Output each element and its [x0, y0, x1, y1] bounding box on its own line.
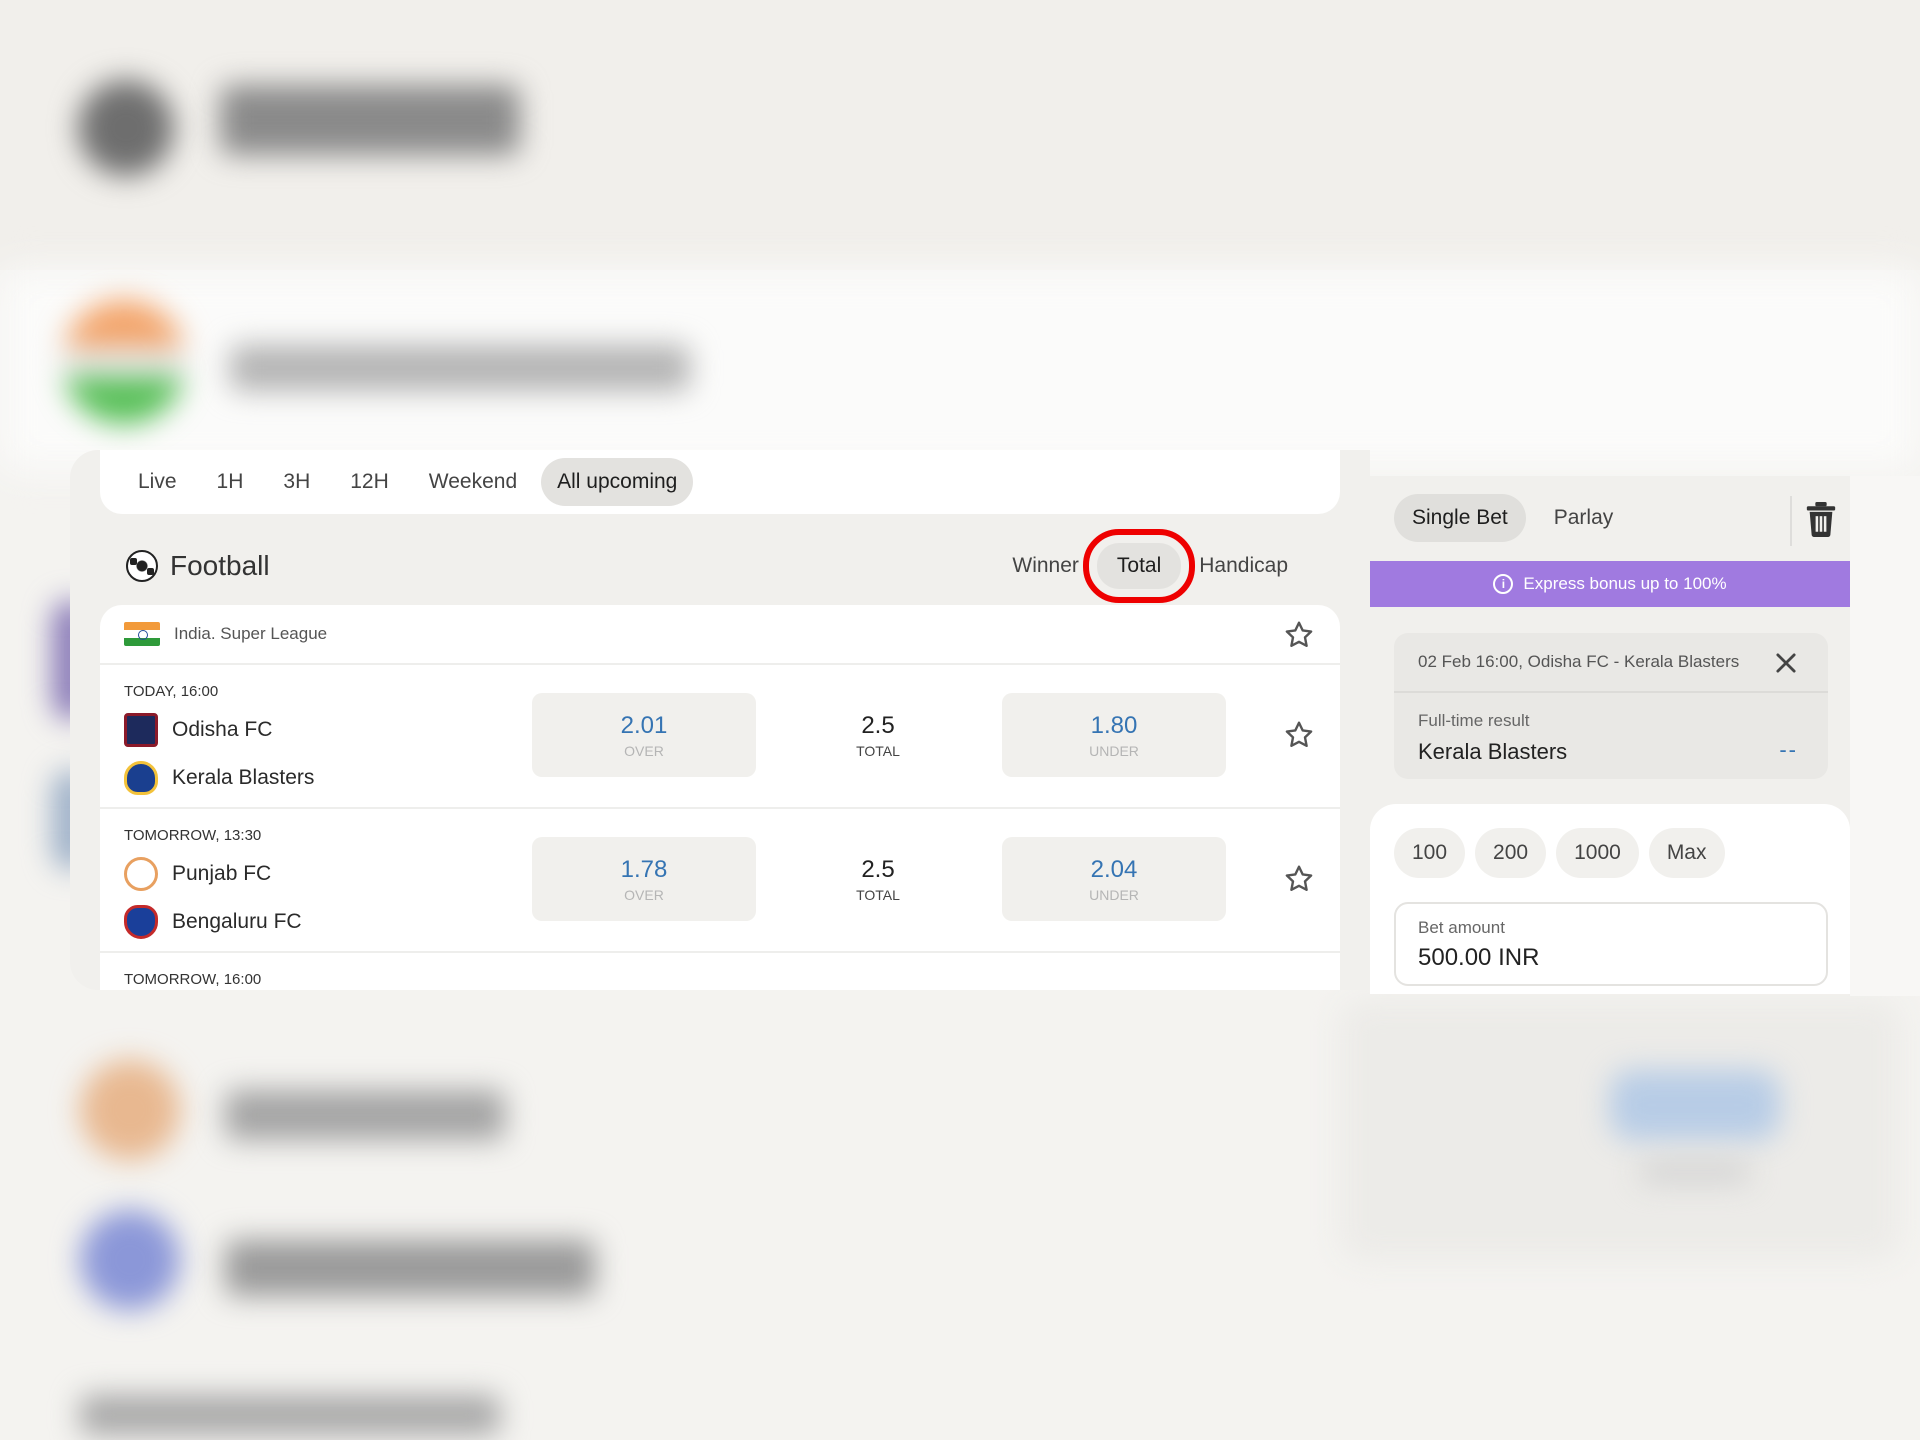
background-team-logo	[80, 1060, 180, 1160]
odds-under-value: 2.04	[1090, 855, 1138, 883]
odds-over-value: 1.78	[620, 855, 668, 883]
odds-under-value: 1.80	[1090, 711, 1138, 739]
close-icon[interactable]	[1772, 649, 1800, 677]
filter-3h[interactable]: 3H	[267, 458, 326, 506]
india-flag-icon	[124, 622, 160, 646]
odds-over-button[interactable]: 2.01 OVER	[532, 693, 756, 777]
total-line-label: TOTAL	[856, 742, 900, 759]
background-league-title	[230, 345, 690, 391]
background-team-name	[225, 1090, 505, 1140]
sport-title: Football	[170, 550, 270, 581]
match-row: TOMORROW, 16:00	[100, 953, 1340, 990]
match-row: TOMORROW, 13:30 Punjab FC Bengaluru FC 1…	[100, 809, 1340, 953]
info-icon: i	[1493, 574, 1514, 594]
punjab-fc-logo-icon	[124, 857, 158, 891]
market-tabs: Winner Total Handicap	[1000, 526, 1300, 606]
quick-amount-200-button[interactable]: 200	[1475, 828, 1547, 878]
bet-event: 02 Feb 16:00, Odisha FC - Kerala Blaster…	[1418, 652, 1740, 671]
odds-under-label: UNDER	[1089, 886, 1139, 903]
bet-odds: --	[1779, 737, 1798, 762]
background-edge	[1850, 476, 1920, 996]
background-title	[220, 85, 520, 155]
bengaluru-fc-logo-icon	[124, 905, 158, 939]
bet-pick: Kerala Blasters	[1418, 739, 1568, 764]
favorite-match-star-icon[interactable]	[1282, 718, 1316, 752]
league-card: India. Super League TODAY, 16:00 Odisha …	[100, 605, 1340, 990]
total-line: 2.5 TOTAL	[808, 693, 948, 777]
odds-under-label: UNDER	[1089, 742, 1139, 759]
filter-1h[interactable]: 1H	[201, 458, 260, 506]
kerala-blasters-logo-icon	[124, 761, 158, 795]
away-team-name: Bengaluru FC	[172, 910, 302, 933]
bet-amount-value[interactable]: 500.00 INR	[1418, 944, 1804, 972]
express-bonus-banner: i Express bonus up to 100%	[1370, 561, 1850, 607]
divider	[1790, 496, 1792, 546]
league-name: India. Super League	[174, 624, 328, 643]
bet-amount-field[interactable]: Bet amount 500.00 INR	[1394, 902, 1828, 986]
home-team-name: Punjab FC	[172, 862, 272, 885]
quick-amounts: 100 200 1000 Max	[1394, 828, 1725, 878]
background-team-logo	[80, 1210, 180, 1310]
bet-selection-card: 02 Feb 16:00, Odisha FC - Kerala Blaster…	[1394, 633, 1828, 779]
quick-amount-1000-button[interactable]: 1000	[1556, 828, 1639, 878]
favorite-match-star-icon[interactable]	[1282, 862, 1316, 896]
tab-total[interactable]: Total	[1082, 529, 1196, 603]
total-line: 2.5 TOTAL	[808, 837, 948, 921]
odds-over-label: OVER	[624, 742, 664, 759]
tab-single-bet[interactable]: Single Bet	[1394, 494, 1526, 542]
bet-market: Full-time result	[1418, 711, 1530, 730]
odds-over-value: 2.01	[620, 711, 668, 739]
background-text	[80, 1395, 500, 1435]
background-label	[1640, 1160, 1750, 1184]
express-bonus-text: Express bonus up to 100%	[1523, 574, 1727, 593]
background-flag-icon	[62, 300, 186, 424]
home-team[interactable]: Odisha FC	[124, 713, 272, 747]
quick-amount-100-button[interactable]: 100	[1394, 828, 1466, 878]
away-team[interactable]: Kerala Blasters	[124, 761, 314, 795]
quick-amount-max-button[interactable]: Max	[1648, 828, 1725, 878]
tab-parlay[interactable]: Parlay	[1536, 494, 1632, 542]
odds-under-button[interactable]: 2.04 UNDER	[1002, 837, 1226, 921]
odds-under-button[interactable]: 1.80 UNDER	[1002, 693, 1226, 777]
sport-header: Football Winner Total Handicap	[100, 526, 1340, 606]
bet-type-tabs: Single Bet Parlay	[1394, 494, 1631, 542]
away-team-name: Kerala Blasters	[172, 766, 315, 789]
bet-amount-label: Bet amount	[1418, 918, 1505, 937]
odisha-fc-logo-icon	[124, 713, 158, 747]
tab-handicap[interactable]: Handicap	[1187, 544, 1300, 588]
match-row: TODAY, 16:00 Odisha FC Kerala Blasters 2…	[100, 665, 1340, 809]
match-time: TODAY, 16:00	[124, 683, 219, 700]
background-team-name	[225, 1240, 595, 1296]
soccer-ball-icon	[126, 550, 158, 582]
total-line-value: 2.5	[861, 855, 895, 883]
background-ball-icon	[78, 80, 174, 176]
background-button	[1610, 1070, 1780, 1140]
bet-selection-header: 02 Feb 16:00, Odisha FC - Kerala Blaster…	[1394, 633, 1828, 693]
stake-panel: 100 200 1000 Max Bet amount 500.00 INR	[1370, 804, 1850, 994]
filter-all-upcoming[interactable]: All upcoming	[541, 458, 694, 506]
trash-icon[interactable]	[1804, 500, 1838, 538]
filter-12h[interactable]: 12H	[334, 458, 405, 506]
home-team-name: Odisha FC	[172, 718, 273, 741]
events-panel: Live 1H 3H 12H Weekend All upcoming Foot…	[70, 450, 1370, 990]
filter-live[interactable]: Live	[122, 458, 193, 506]
away-team[interactable]: Bengaluru FC	[124, 905, 302, 939]
favorite-league-star-icon[interactable]	[1282, 618, 1316, 652]
odds-over-button[interactable]: 1.78 OVER	[532, 837, 756, 921]
league-header[interactable]: India. Super League	[100, 605, 1340, 665]
match-time: TOMORROW, 16:00	[124, 971, 262, 988]
home-team[interactable]: Punjab FC	[124, 857, 271, 891]
time-filter-bar: Live 1H 3H 12H Weekend All upcoming	[100, 450, 1340, 514]
total-line-label: TOTAL	[856, 886, 900, 903]
total-line-value: 2.5	[861, 711, 895, 739]
tab-winner[interactable]: Winner	[1000, 544, 1091, 588]
odds-over-label: OVER	[624, 886, 664, 903]
filter-weekend[interactable]: Weekend	[413, 458, 533, 506]
match-time: TOMORROW, 13:30	[124, 827, 262, 844]
